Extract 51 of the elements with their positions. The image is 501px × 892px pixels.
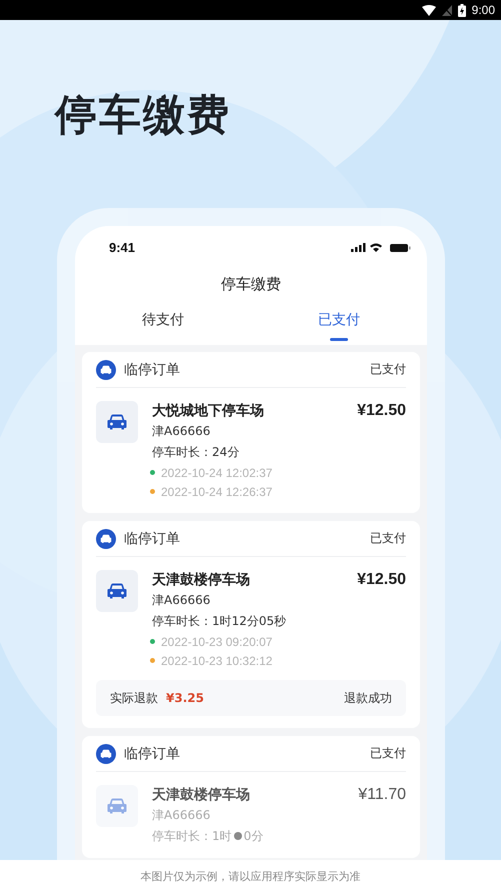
tab[interactable]: 待支付	[75, 300, 251, 345]
car-icon	[107, 798, 127, 814]
order-price: ¥11.70	[358, 786, 406, 804]
exit-time: 2022-10-24 12:26:37	[161, 484, 272, 498]
refund-amount: ¥3.25	[166, 691, 205, 705]
plate-number: 津A66666	[152, 592, 212, 609]
order-card[interactable]: 临停订单 已支付 天津鼓楼停车场 ¥12.50 津A66666 停车时长：1时12分05秒 2022-10-23 09:20:07 2022-10-23 10:32:12 实际退款 ¥3.25 退款成功	[82, 521, 420, 728]
entry-time: 2022-10-24 12:02:37	[161, 466, 272, 480]
parking-duration-tail: 0分	[244, 828, 264, 845]
entry-dot	[150, 639, 155, 644]
car-icon	[107, 583, 127, 599]
exit-time: 2022-10-23 10:32:12	[161, 654, 272, 668]
parking-duration: 停车时长：1时	[152, 828, 232, 845]
order-price: ¥12.50	[357, 402, 406, 420]
order-card[interactable]: 临停订单 已支付 大悦城地下停车场 ¥12.50 津A66666 停车时长：24分 2022-10-24 12:02:37 2022-10-24 12:26:37	[82, 352, 420, 513]
disclaimer-caption: 本图片仅为示例，请以应用程序实际显示为准	[140, 868, 360, 884]
entry-dot	[150, 470, 155, 475]
plate-number: 津A66666	[152, 807, 212, 824]
phone-status-icons	[351, 242, 411, 252]
order-type: 临停订单	[124, 744, 181, 762]
order-card[interactable]: 临停订单 已支付 天津鼓楼停车场 ¥11.70 津A66666 停车时长：1时 0分	[82, 736, 420, 858]
exit-dot	[150, 489, 155, 494]
order-price: ¥12.50	[357, 571, 406, 589]
tab[interactable]: 已支付	[251, 300, 427, 345]
car-badge-icon	[96, 744, 116, 764]
car-badge-icon	[96, 528, 116, 548]
refund-label: 实际退款	[110, 690, 158, 706]
order-type: 临停订单	[124, 530, 181, 548]
page-headline: 停车缴费	[55, 92, 231, 138]
parking-duration: 停车时长：1时12分05秒	[152, 613, 288, 630]
payment-status: 已支付	[370, 745, 406, 762]
plate-number: 津A66666	[152, 423, 212, 440]
payment-status: 已支付	[370, 361, 406, 378]
exit-dot	[150, 658, 155, 663]
phone-status-time: 9:41	[109, 240, 136, 254]
battery-charging-icon	[458, 4, 466, 16]
no-signal-icon	[442, 4, 452, 16]
refund-status: 退款成功	[344, 690, 392, 706]
car-icon	[107, 414, 127, 430]
wifi-icon	[422, 4, 436, 16]
order-type: 临停订单	[124, 360, 181, 378]
status-time: 9:00	[472, 3, 495, 17]
entry-time: 2022-10-23 09:20:07	[161, 634, 272, 648]
payment-status: 已支付	[370, 530, 406, 547]
parking-lot-name: 大悦城地下停车场	[152, 402, 264, 421]
parking-lot-name: 天津鼓楼停车场	[152, 571, 250, 590]
screen-title: 停车缴费	[221, 274, 281, 294]
page-indicator-dot	[234, 832, 242, 840]
car-badge-icon	[96, 360, 116, 380]
parking-lot-name: 天津鼓楼停车场	[152, 786, 250, 805]
parking-duration: 停车时长：24分	[152, 444, 240, 461]
